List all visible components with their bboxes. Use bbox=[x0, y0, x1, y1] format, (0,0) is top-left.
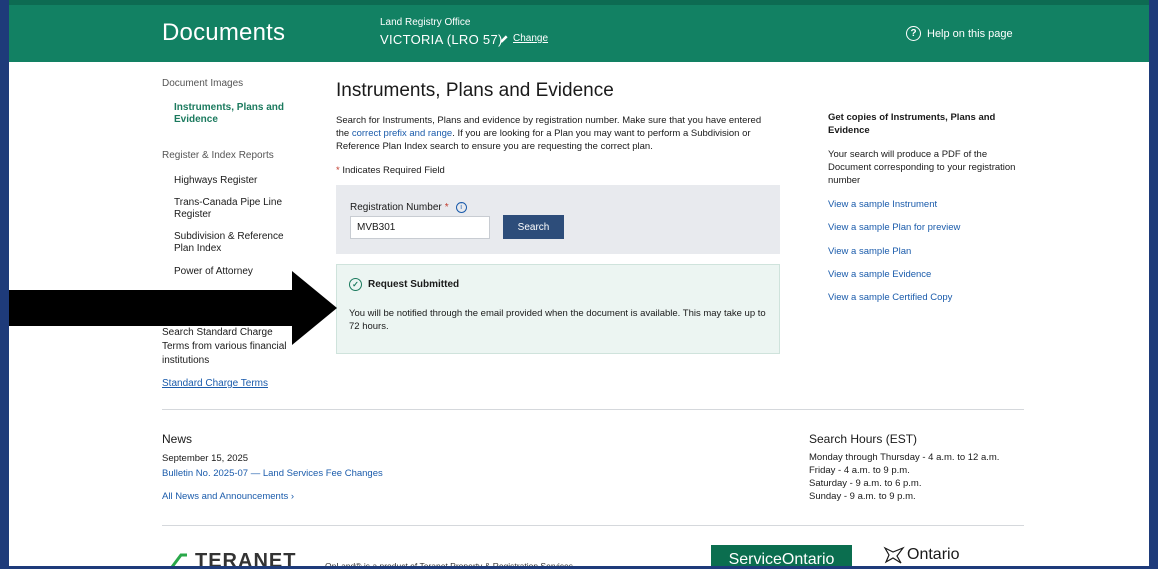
change-label: Change bbox=[513, 33, 549, 44]
ontario-logo: Ontario bbox=[883, 546, 959, 564]
divider bbox=[162, 409, 1024, 410]
sample-evidence-link[interactable]: View a sample Evidence bbox=[828, 269, 931, 280]
required-note-text: Indicates Required Field bbox=[342, 165, 445, 176]
success-title-text: Request Submitted bbox=[368, 279, 460, 290]
success-panel: ✓ Request Submitted You will be notified… bbox=[336, 264, 780, 354]
right-description: Your search will produce a PDF of the Do… bbox=[828, 149, 1016, 186]
chevron-right-icon: › bbox=[290, 491, 295, 502]
search-button[interactable]: Search bbox=[503, 215, 564, 239]
sample-plan-preview-link[interactable]: View a sample Plan for preview bbox=[828, 222, 960, 233]
pencil-icon bbox=[500, 34, 508, 43]
success-title: ✓ Request Submitted bbox=[349, 278, 459, 291]
annotation-arrow-icon bbox=[9, 271, 337, 345]
help-label: Help on this page bbox=[927, 27, 1013, 40]
divider bbox=[162, 525, 1024, 526]
search-panel: Registration Number * i Search bbox=[336, 185, 780, 254]
success-message: You will be notified through the email p… bbox=[349, 308, 766, 332]
lro-label: Land Registry Office bbox=[380, 17, 471, 28]
header-bar: Documents Land Registry Office VICTORIA … bbox=[9, 0, 1149, 62]
footer-note: OnLand® is a product of Teranet Property… bbox=[325, 561, 574, 569]
nav-item-highways[interactable]: Highways Register bbox=[174, 175, 294, 187]
teranet-logo: TERANET bbox=[167, 550, 297, 569]
page-title: Instruments, Plans and Evidence bbox=[336, 80, 614, 101]
prefix-range-link[interactable]: correct prefix and range bbox=[352, 128, 452, 139]
app-title: Documents bbox=[162, 19, 286, 46]
hours-line: Sunday - 9 a.m. to 9 p.m. bbox=[809, 491, 916, 502]
news-title: News bbox=[162, 432, 193, 446]
change-link[interactable]: Change bbox=[499, 33, 548, 44]
sample-certified-copy-link[interactable]: View a sample Certified Copy bbox=[828, 292, 952, 303]
news-date: September 15, 2025 bbox=[162, 453, 249, 464]
nav-heading-images: Document Images bbox=[162, 78, 244, 89]
right-heading: Get copies of Instruments, Plans and Evi… bbox=[828, 112, 996, 136]
required-star: * bbox=[444, 202, 449, 213]
standard-charge-link[interactable]: Standard Charge Terms bbox=[162, 378, 268, 389]
news-bulletin-link[interactable]: Bulletin No. 2025-07 — Land Services Fee… bbox=[162, 468, 383, 479]
hours-line: Saturday - 9 a.m. to 6 p.m. bbox=[809, 478, 922, 489]
required-note: * Indicates Required Field bbox=[336, 165, 445, 176]
nav-heading-reports: Register & Index Reports bbox=[162, 150, 274, 161]
nav-item-subdivision[interactable]: Subdivision & Reference Plan Index bbox=[174, 231, 296, 255]
ontario-word: Ontario bbox=[907, 546, 960, 563]
hours-title: Search Hours (EST) bbox=[809, 432, 918, 446]
nav-item-instruments[interactable]: Instruments, Plans and Evidence bbox=[174, 102, 294, 126]
service-ontario-logo: ServiceOntario bbox=[711, 545, 852, 566]
all-news-label: All News and Announcements bbox=[162, 491, 289, 502]
registration-label: Registration Number * i bbox=[350, 202, 467, 213]
sample-instrument-link[interactable]: View a sample Instrument bbox=[828, 199, 937, 210]
trillium-icon bbox=[883, 546, 905, 564]
required-star: * bbox=[336, 165, 340, 176]
registration-label-text: Registration Number bbox=[350, 202, 442, 213]
teranet-word: TERANET bbox=[195, 550, 297, 569]
lro-value: VICTORIA (LRO 57) bbox=[380, 32, 503, 47]
registration-number-input[interactable] bbox=[350, 216, 490, 239]
help-icon: ? bbox=[906, 26, 921, 41]
info-icon[interactable]: i bbox=[455, 202, 467, 213]
browser-frame: Documents Land Registry Office VICTORIA … bbox=[0, 0, 1158, 569]
teranet-mark-icon bbox=[170, 553, 187, 566]
hours-line: Friday - 4 a.m. to 9 p.m. bbox=[809, 465, 910, 476]
intro-text: Search for Instruments, Plans and eviden… bbox=[336, 114, 776, 153]
hours-line: Monday through Thursday - 4 a.m. to 12 a… bbox=[809, 452, 1000, 463]
sample-plan-link[interactable]: View a sample Plan bbox=[828, 246, 911, 257]
check-icon: ✓ bbox=[349, 278, 362, 291]
nav-item-pipeline[interactable]: Trans-Canada Pipe Line Register bbox=[174, 197, 294, 221]
all-news-link[interactable]: All News and Announcements › bbox=[162, 491, 294, 502]
help-link[interactable]: ? Help on this page bbox=[906, 26, 1013, 41]
